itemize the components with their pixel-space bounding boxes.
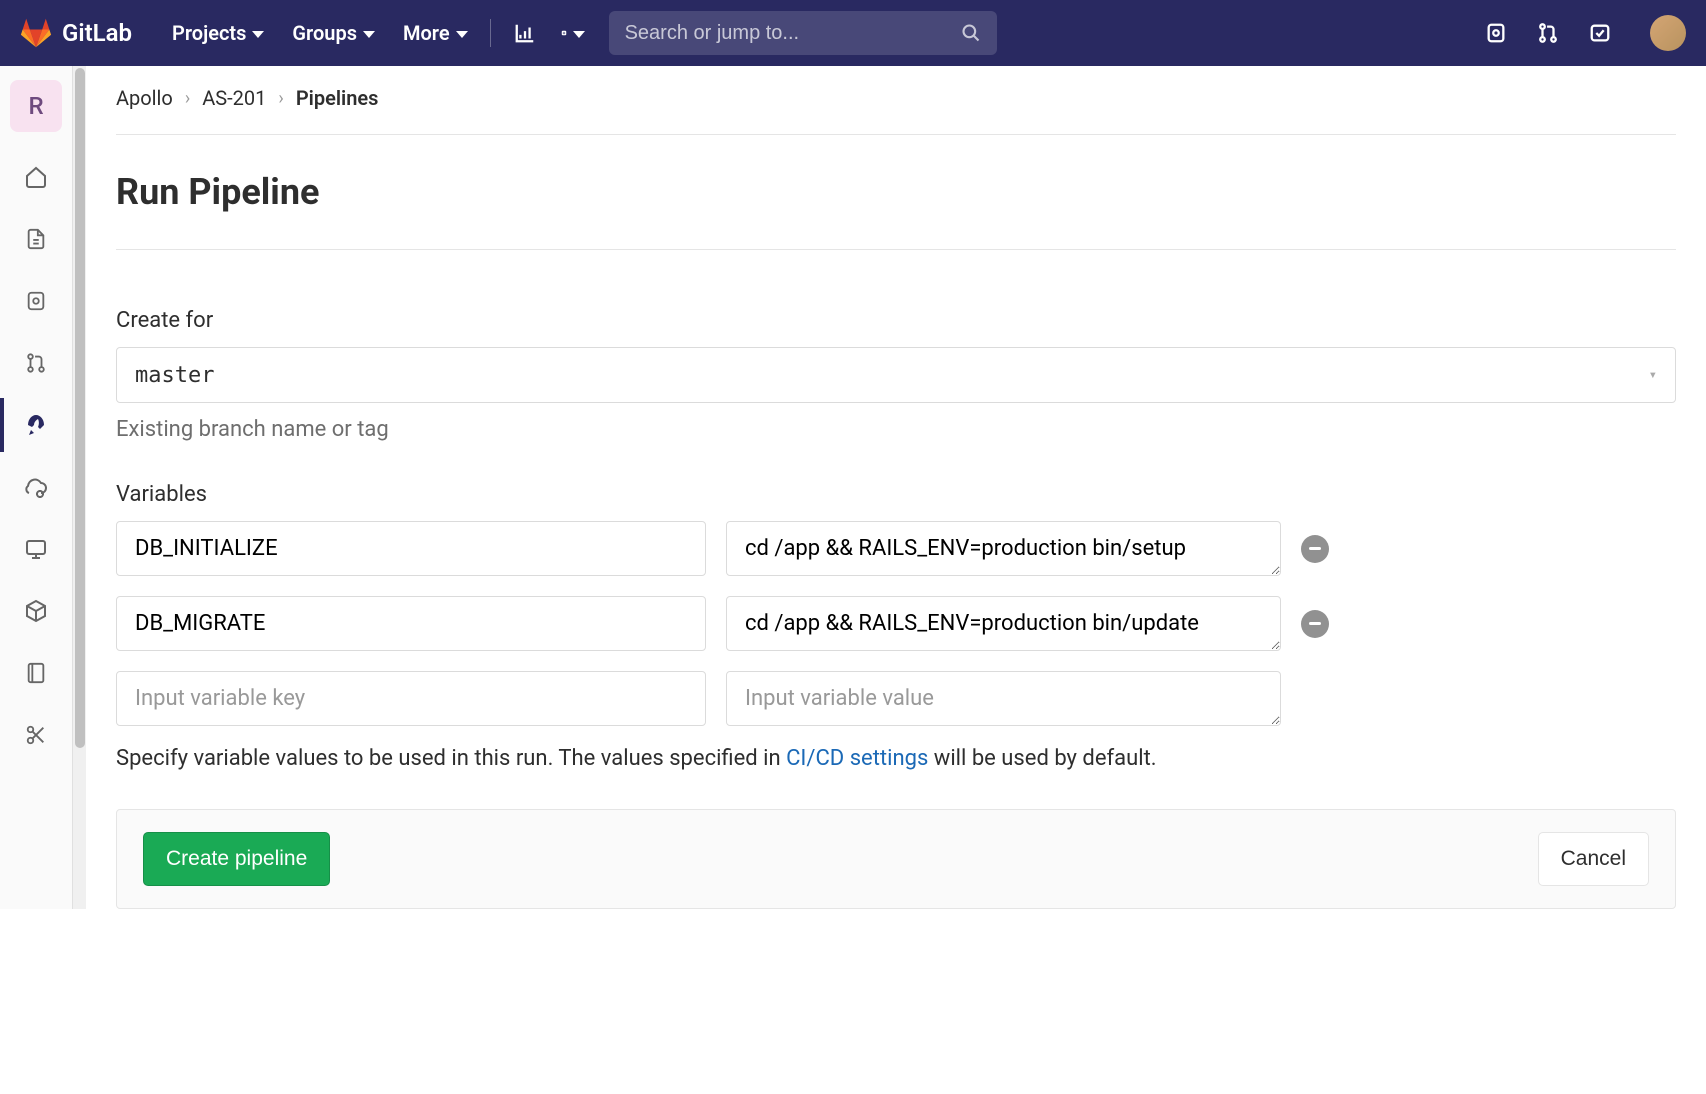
sidebar-cicd[interactable] (0, 398, 72, 452)
rocket-icon (24, 413, 48, 437)
variable-row-empty (116, 671, 1676, 726)
breadcrumb-current[interactable]: Pipelines (296, 86, 379, 110)
header-right (1484, 15, 1686, 51)
activity-icon[interactable] (513, 21, 537, 45)
branch-select-value: master (135, 363, 214, 388)
variable-row: cd /app && RAILS_ENV=production bin/setu… (116, 521, 1676, 576)
variable-value-input[interactable]: cd /app && RAILS_ENV=production bin/upda… (726, 596, 1281, 651)
sidebar-operations[interactable] (0, 460, 72, 514)
cancel-button[interactable]: Cancel (1538, 832, 1649, 886)
create-new-dropdown[interactable] (561, 21, 585, 45)
action-bar: Create pipeline Cancel (116, 809, 1676, 909)
nav-projects[interactable]: Projects (172, 21, 264, 45)
sidebar-packages[interactable] (0, 584, 72, 638)
variable-key-input[interactable] (116, 671, 706, 726)
issues-icon (25, 290, 47, 312)
remove-variable-button[interactable] (1301, 610, 1329, 638)
create-for-label: Create for (116, 308, 1676, 333)
merge-requests-icon[interactable] (1536, 21, 1560, 45)
breadcrumb-project[interactable]: AS-201 (202, 86, 266, 110)
variables-help: Specify variable values to be used in th… (116, 746, 1676, 771)
chevron-right-icon: › (185, 88, 190, 109)
home-icon (24, 165, 48, 189)
create-pipeline-button[interactable]: Create pipeline (143, 832, 330, 886)
sidebar-registry[interactable] (0, 522, 72, 576)
chevron-right-icon: › (278, 88, 283, 109)
gitlab-logo-icon (20, 17, 52, 49)
chevron-down-icon (252, 31, 264, 38)
cicd-settings-link[interactable]: CI/CD settings (786, 746, 928, 771)
sidebar-merge-requests[interactable] (0, 336, 72, 390)
create-for-help: Existing branch name or tag (116, 417, 1676, 442)
chevron-down-icon (456, 31, 468, 38)
variable-key-input[interactable] (116, 521, 706, 576)
chevron-down-icon (573, 31, 585, 38)
chevron-down-icon: ▾ (1649, 367, 1657, 383)
variable-row: cd /app && RAILS_ENV=production bin/upda… (116, 596, 1676, 651)
cloud-gear-icon (24, 475, 48, 499)
minus-icon (1309, 622, 1321, 625)
scissors-icon (25, 724, 47, 746)
issues-icon[interactable] (1484, 21, 1508, 45)
main-content: Apollo › AS-201 › Pipelines Run Pipeline… (86, 66, 1706, 909)
top-nav: Projects Groups More (172, 21, 468, 45)
page-title: Run Pipeline (116, 135, 1676, 250)
divider (490, 19, 491, 47)
sidebar-wiki[interactable] (0, 646, 72, 700)
remove-variable-button[interactable] (1301, 535, 1329, 563)
search-icon (961, 23, 981, 43)
variable-value-input[interactable] (726, 671, 1281, 726)
variables-label: Variables (116, 482, 1676, 507)
nav-groups[interactable]: Groups (292, 21, 375, 45)
sidebar-overview[interactable] (0, 150, 72, 204)
variable-value-input[interactable]: cd /app && RAILS_ENV=production bin/setu… (726, 521, 1281, 576)
search-input[interactable] (625, 22, 961, 45)
chevron-down-icon (363, 31, 375, 38)
todos-icon[interactable] (1588, 21, 1612, 45)
user-avatar[interactable] (1650, 15, 1686, 51)
sidebar-issues[interactable] (0, 274, 72, 328)
merge-request-icon (25, 352, 47, 374)
minus-icon (1309, 547, 1321, 550)
monitor-icon (24, 537, 48, 561)
brand-name: GitLab (62, 19, 132, 47)
left-sidebar: R (0, 66, 72, 909)
logo[interactable]: GitLab (20, 17, 132, 49)
variable-key-input[interactable] (116, 596, 706, 651)
header: GitLab Projects Groups More (0, 0, 1706, 66)
breadcrumb-group[interactable]: Apollo (116, 86, 173, 110)
sidebar-snippets[interactable] (0, 708, 72, 762)
book-icon (25, 662, 47, 684)
sidebar-repository[interactable] (0, 212, 72, 266)
scrollbar-thumb[interactable] (75, 68, 85, 748)
search-box[interactable] (609, 11, 997, 55)
package-icon (24, 599, 48, 623)
breadcrumb: Apollo › AS-201 › Pipelines (116, 86, 1676, 135)
project-avatar[interactable]: R (10, 80, 62, 132)
nav-more[interactable]: More (403, 21, 468, 45)
branch-select[interactable]: master ▾ (116, 347, 1676, 403)
file-icon (25, 228, 47, 250)
scrollbar[interactable] (72, 66, 86, 909)
